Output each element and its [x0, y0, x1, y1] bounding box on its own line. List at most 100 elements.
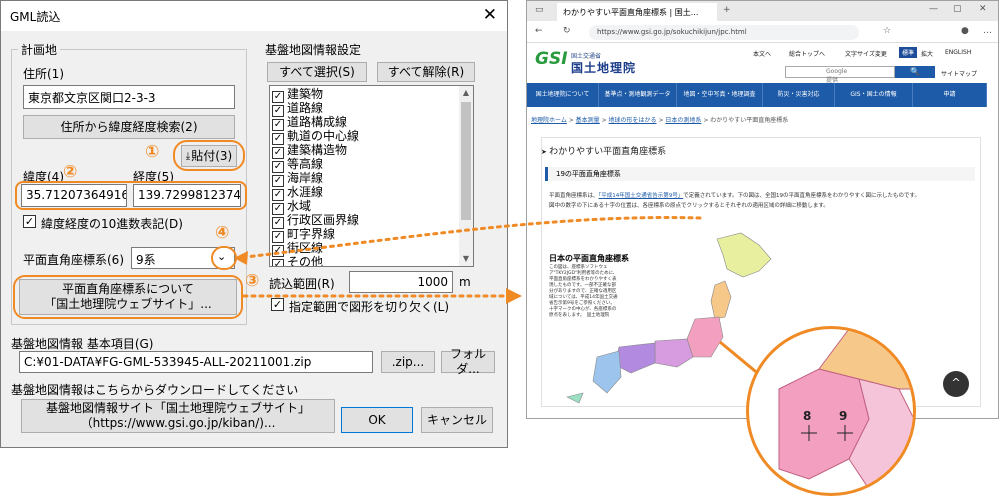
window-menu-icon[interactable]: ▭	[535, 5, 544, 15]
profile-icon[interactable]: ●	[961, 26, 969, 36]
feature-checklist-item[interactable]: ✓ 海岸線	[272, 171, 324, 187]
callout-number-1: ①	[145, 142, 160, 162]
breadcrumb-item[interactable]: 地理院ホーム	[531, 117, 567, 124]
logo-title[interactable]: 国土地理院	[571, 59, 636, 76]
zoom-map	[778, 329, 913, 490]
new-tab-icon[interactable]: +	[723, 5, 731, 15]
feature-checklist-item[interactable]: ✓ 建築構造物	[272, 144, 347, 159]
address-input[interactable]: 東京都文京区関口2-3-3	[23, 85, 235, 109]
folder-button[interactable]: フォルダ...	[441, 347, 495, 376]
size-large-button[interactable]: 拡大	[921, 49, 933, 58]
browser-address-bar: ← ↻ https://www.gsi.go.jp/sokuchikijun/j…	[527, 21, 998, 43]
basemap-site-button-line2: （https://www.gsi.go.jp/kiban/)...	[80, 416, 276, 430]
select-all-button[interactable]: すべて選択(S)	[267, 62, 367, 82]
ok-button[interactable]: OK	[341, 407, 413, 433]
dialog-title: GML読込	[10, 10, 61, 24]
link-english[interactable]: ENGLISH	[945, 49, 971, 56]
basemap-group-label: 基盤地図情報設定	[265, 43, 362, 57]
zoom-magnifier: 8 9	[746, 326, 916, 496]
feature-checklist-item[interactable]: ✓ 等高線	[272, 158, 323, 173]
feature-checklist-item-label: 水涯線	[287, 185, 324, 199]
close-icon[interactable]: ✕	[483, 5, 497, 25]
section-title: 19の平面直角座標系	[545, 167, 975, 181]
scroll-up-icon[interactable]: ▲	[459, 86, 473, 100]
feature-checklist-item-label: 道路線	[287, 101, 324, 115]
feature-checklist-item[interactable]: ✓ その他	[272, 256, 323, 266]
breadcrumb-item[interactable]: 地球の形をはかる	[609, 117, 657, 124]
favorite-icon[interactable]: ☆	[883, 26, 891, 36]
nav-item[interactable]: GIS・国土の情報	[835, 83, 913, 107]
feature-checklist-item-label: 行政区画界線	[287, 213, 360, 227]
zoom-label-9[interactable]: 9	[839, 409, 847, 423]
callout-number-3: ③	[245, 271, 260, 291]
feature-checklist-item[interactable]: ✓ 行政区画界線	[272, 213, 360, 229]
read-range-input[interactable]: 1000	[349, 271, 453, 293]
site-search-input[interactable]: Google 提供	[785, 66, 895, 84]
decimal-checkbox[interactable]: ✓	[23, 215, 36, 228]
notice-link[interactable]: 「平成14年国土交通省告示第9号」	[599, 193, 684, 199]
feature-checklist-item-label: 海岸線	[287, 171, 324, 185]
nav-item[interactable]: 基準点・測地観測データ	[599, 83, 677, 107]
checkbox-checked-icon[interactable]: ✓	[272, 259, 284, 266]
link-top[interactable]: 総合トップへ	[789, 49, 825, 58]
minimize-icon[interactable]: —	[929, 4, 938, 14]
link-sitemap[interactable]: サイトマップ	[941, 69, 977, 78]
callout-number-2: ②	[63, 162, 78, 182]
feature-checklist-item[interactable]: ✓ 道路線	[272, 101, 324, 117]
nav-item[interactable]: 国土地理院について	[527, 83, 599, 107]
callout-paste-highlight	[173, 140, 245, 171]
search-icon[interactable]: 🔍	[895, 66, 935, 78]
feature-checklist-item[interactable]: ✓ 水涯線	[272, 185, 324, 201]
url-input[interactable]: https://www.gsi.go.jp/sokuchikijun/jpc.h…	[589, 25, 859, 40]
size-standard-button[interactable]: 標準	[899, 47, 918, 58]
reload-icon[interactable]: ↻	[563, 26, 571, 36]
deselect-all-button[interactable]: すべて解除(R)	[377, 62, 475, 82]
crs-select-value: 9系	[136, 253, 156, 267]
intro-paragraph: 平面直角座標系は、「平成14年国土交通省告示第9号」で定義されています。下の図は…	[549, 191, 969, 199]
maximize-icon[interactable]: ▢	[953, 4, 962, 14]
back-icon[interactable]: ←	[535, 26, 543, 36]
nav-item[interactable]: 申請	[913, 83, 987, 107]
latitude-input[interactable]: 35.712073649164	[21, 184, 127, 207]
close-window-icon[interactable]: ✕	[979, 4, 987, 14]
nav-item[interactable]: 地図・空中写真・地理調査	[677, 83, 763, 107]
download-label: 基盤地図情報はこちらからダウンロードしてください	[11, 383, 299, 397]
feature-checklist-item[interactable]: ✓ 街区線	[272, 242, 323, 257]
cancel-button[interactable]: キャンセル	[421, 407, 493, 433]
longitude-input[interactable]: 139.72998123745	[133, 184, 241, 207]
basemap-site-button[interactable]: 基盤地図情報サイト「国土地理院ウェブサイト」 （https://www.gsi.…	[21, 399, 335, 433]
zoom-label-8[interactable]: 8	[803, 409, 811, 423]
feature-checklist-item-label: 道路構成線	[287, 115, 348, 129]
page-title-icon: ➤	[541, 148, 550, 156]
breadcrumb-item[interactable]: 日本の測地系	[665, 117, 701, 124]
feature-checklist-item[interactable]: ✓ 町字界線	[272, 227, 336, 243]
feature-checklist[interactable]: ✓ 建築物 ✓ 道路線 ✓ 道路構成線 ✓ 軌道の中心線 ✓ 建築構造物 ✓ 等高線 ✓ 海岸線 ✓ 水涯線 ✓…	[269, 85, 474, 267]
browser-tab[interactable]: わかりやすい平面直角座標系 | 国土...	[557, 3, 717, 21]
gsi-logo-mark[interactable]: GSI	[535, 49, 568, 69]
list-scrollbar[interactable]: ▲ ▼	[459, 86, 473, 266]
basemap-file-label: 基盤地図情報 基本項目(G)	[11, 337, 154, 351]
map-help-paragraph: 図中の数字の下にある十字の位置は、各座標系の原点でクリックするとそれぞれの適用区…	[549, 203, 829, 209]
geocode-button[interactable]: 住所から緯度経度検索(2)	[23, 115, 235, 139]
chevron-down-icon[interactable]: ⌄	[217, 250, 226, 263]
breadcrumb-item[interactable]: 基本測量	[576, 117, 600, 124]
scroll-to-top-button[interactable]: ^	[943, 371, 969, 397]
more-icon[interactable]: …	[983, 26, 992, 36]
scroll-thumb[interactable]	[461, 102, 471, 220]
link-honbun[interactable]: 本文へ	[753, 49, 771, 58]
feature-checklist-item[interactable]: ✓ 軌道の中心線	[272, 129, 360, 145]
para-suffix: で定義されています。下の図は、全国19の平面直角座標系をわかりやすく図に示したも…	[683, 193, 921, 199]
zip-button[interactable]: .zip...	[381, 351, 435, 373]
feature-checklist-item-label: 町字界線	[287, 227, 336, 241]
clip-checkbox-label: 指定範囲で図形を切り欠く(L)	[289, 300, 450, 314]
scroll-down-icon[interactable]: ▼	[459, 252, 473, 266]
feature-checklist-item[interactable]: ✓ 道路構成線	[272, 115, 348, 131]
clip-checkbox[interactable]: ✓	[271, 298, 284, 311]
feature-checklist-item[interactable]: ✓ 水域	[272, 200, 311, 215]
nav-item[interactable]: 防災・災害対応	[763, 83, 835, 107]
map-title: 日本の平面直角座標系	[549, 254, 629, 263]
feature-checklist-item-label: 軌道の中心線	[287, 129, 360, 143]
read-range-unit: m	[459, 275, 471, 289]
basemap-file-input[interactable]: C:¥01-DATA¥FG-GML-533945-ALL-20211001.zi…	[19, 351, 373, 373]
feature-checklist-item[interactable]: ✓ 建築物	[272, 88, 323, 103]
